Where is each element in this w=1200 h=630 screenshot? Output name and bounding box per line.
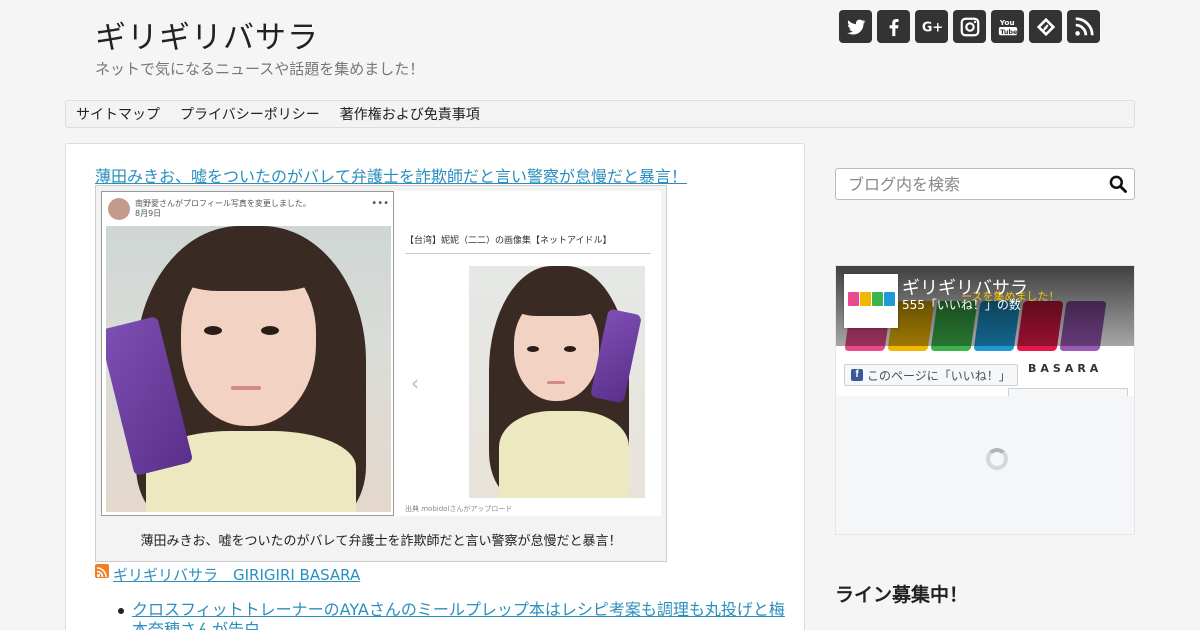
fb-cover-image[interactable]: ースを集めました！ BASARA ギリギリバサラ 555「いいね！」の数 f こ… bbox=[836, 266, 1134, 396]
main-navigation: サイトマップ プライバシーポリシー 著作権および免責事項 bbox=[65, 100, 1135, 128]
social-icons: G+ You Tube bbox=[839, 10, 1100, 43]
chevron-left-icon: ‹ bbox=[411, 371, 419, 395]
fb-page-thumbnail[interactable] bbox=[844, 274, 898, 328]
post-header-text: 南野愛さんがプロフィール写真を変更しました。 bbox=[135, 199, 311, 208]
cover-basara-text: BASARA bbox=[1028, 362, 1103, 375]
facebook-icon: f bbox=[851, 369, 863, 381]
right-panel-title: 【台湾】妮妮（二二）の画像集【ネットアイドル】 bbox=[405, 236, 612, 246]
nav-copyright-disclaimer[interactable]: 著作権および免責事項 bbox=[340, 104, 480, 124]
search-input[interactable] bbox=[836, 169, 1106, 199]
youtube-icon[interactable]: You Tube bbox=[991, 10, 1024, 43]
figure-caption: 薄田みきお、嘘をついたのがバレて弁護士を詐欺師だと言い警察が怠慢だと暴言！ bbox=[140, 534, 622, 549]
feed-list: クロスフィットトレーナーのAYAさんのミールプレップ本はレシピ考案も調理も丸投げ… bbox=[118, 600, 788, 630]
line-section-heading: ライン募集中！ bbox=[835, 584, 969, 606]
site-title[interactable]: ギリギリバサラ bbox=[95, 12, 319, 57]
fb-like-label: このページに「いいね！」 bbox=[867, 368, 1011, 383]
facebook-page-widget: ースを集めました！ BASARA ギリギリバサラ 555「いいね！」の数 f こ… bbox=[835, 265, 1135, 535]
feed-source-link[interactable]: ギリギリバサラ GIRIGIRI BASARA bbox=[113, 564, 360, 585]
facebook-icon[interactable] bbox=[877, 10, 910, 43]
avatar bbox=[108, 198, 130, 220]
photo-right-panel: 【台湾】妮妮（二二）の画像集【ネットアイドル】 ‹ 出典 mobidolさんがア… bbox=[399, 191, 661, 516]
photo-left-panel: 南野愛さんがプロフィール写真を変更しました。 8月9日 ••• bbox=[101, 191, 394, 516]
more-options-icon: ••• bbox=[371, 198, 389, 209]
search-icon[interactable] bbox=[1108, 174, 1128, 194]
loading-spinner-icon bbox=[986, 448, 1008, 470]
fb-like-count: 555「いいね！」の数 bbox=[902, 298, 1021, 312]
search-box bbox=[835, 168, 1135, 200]
site-tagline: ネットで気になるニュースや話題を集めました！ bbox=[95, 60, 425, 78]
svg-text:Tube: Tube bbox=[1000, 27, 1018, 35]
article-image[interactable]: 南野愛さんがプロフィール写真を変更しました。 8月9日 ••• 【台湾】妮妮（二… bbox=[101, 191, 661, 516]
article-figure: 南野愛さんがプロフィール写真を変更しました。 8月9日 ••• 【台湾】妮妮（二… bbox=[95, 185, 667, 562]
list-item: クロスフィットトレーナーのAYAさんのミールプレップ本はレシピ考案も調理も丸投げ… bbox=[118, 600, 788, 630]
twitter-icon[interactable] bbox=[839, 10, 872, 43]
google-plus-icon[interactable]: G+ bbox=[915, 10, 948, 43]
portrait-photo-left bbox=[106, 226, 391, 512]
feedly-icon[interactable] bbox=[1029, 10, 1062, 43]
svg-text:You: You bbox=[998, 18, 1014, 27]
image-credit: 出典 mobidolさんがアップロード bbox=[405, 505, 513, 513]
post-date: 8月9日 bbox=[135, 209, 162, 218]
svg-text:G+: G+ bbox=[921, 20, 942, 35]
nav-privacy-policy[interactable]: プライバシーポリシー bbox=[180, 104, 320, 124]
instagram-icon[interactable] bbox=[953, 10, 986, 43]
article-title-link[interactable]: 薄田みきお、嘘をついたのがバレて弁護士を詐欺師だと言い警察が怠慢だと暴言！ bbox=[95, 163, 687, 187]
fb-share-button[interactable] bbox=[1008, 388, 1128, 396]
rss-feed-icon bbox=[95, 564, 109, 578]
fb-like-button[interactable]: f このページに「いいね！」 bbox=[844, 364, 1018, 386]
feed-item-link[interactable]: クロスフィットトレーナーのAYAさんのミールプレップ本はレシピ考案も調理も丸投げ… bbox=[132, 600, 788, 630]
rss-icon[interactable] bbox=[1067, 10, 1100, 43]
portrait-photo-right bbox=[469, 266, 645, 498]
nav-sitemap[interactable]: サイトマップ bbox=[76, 104, 160, 124]
bullet-icon bbox=[118, 608, 124, 614]
